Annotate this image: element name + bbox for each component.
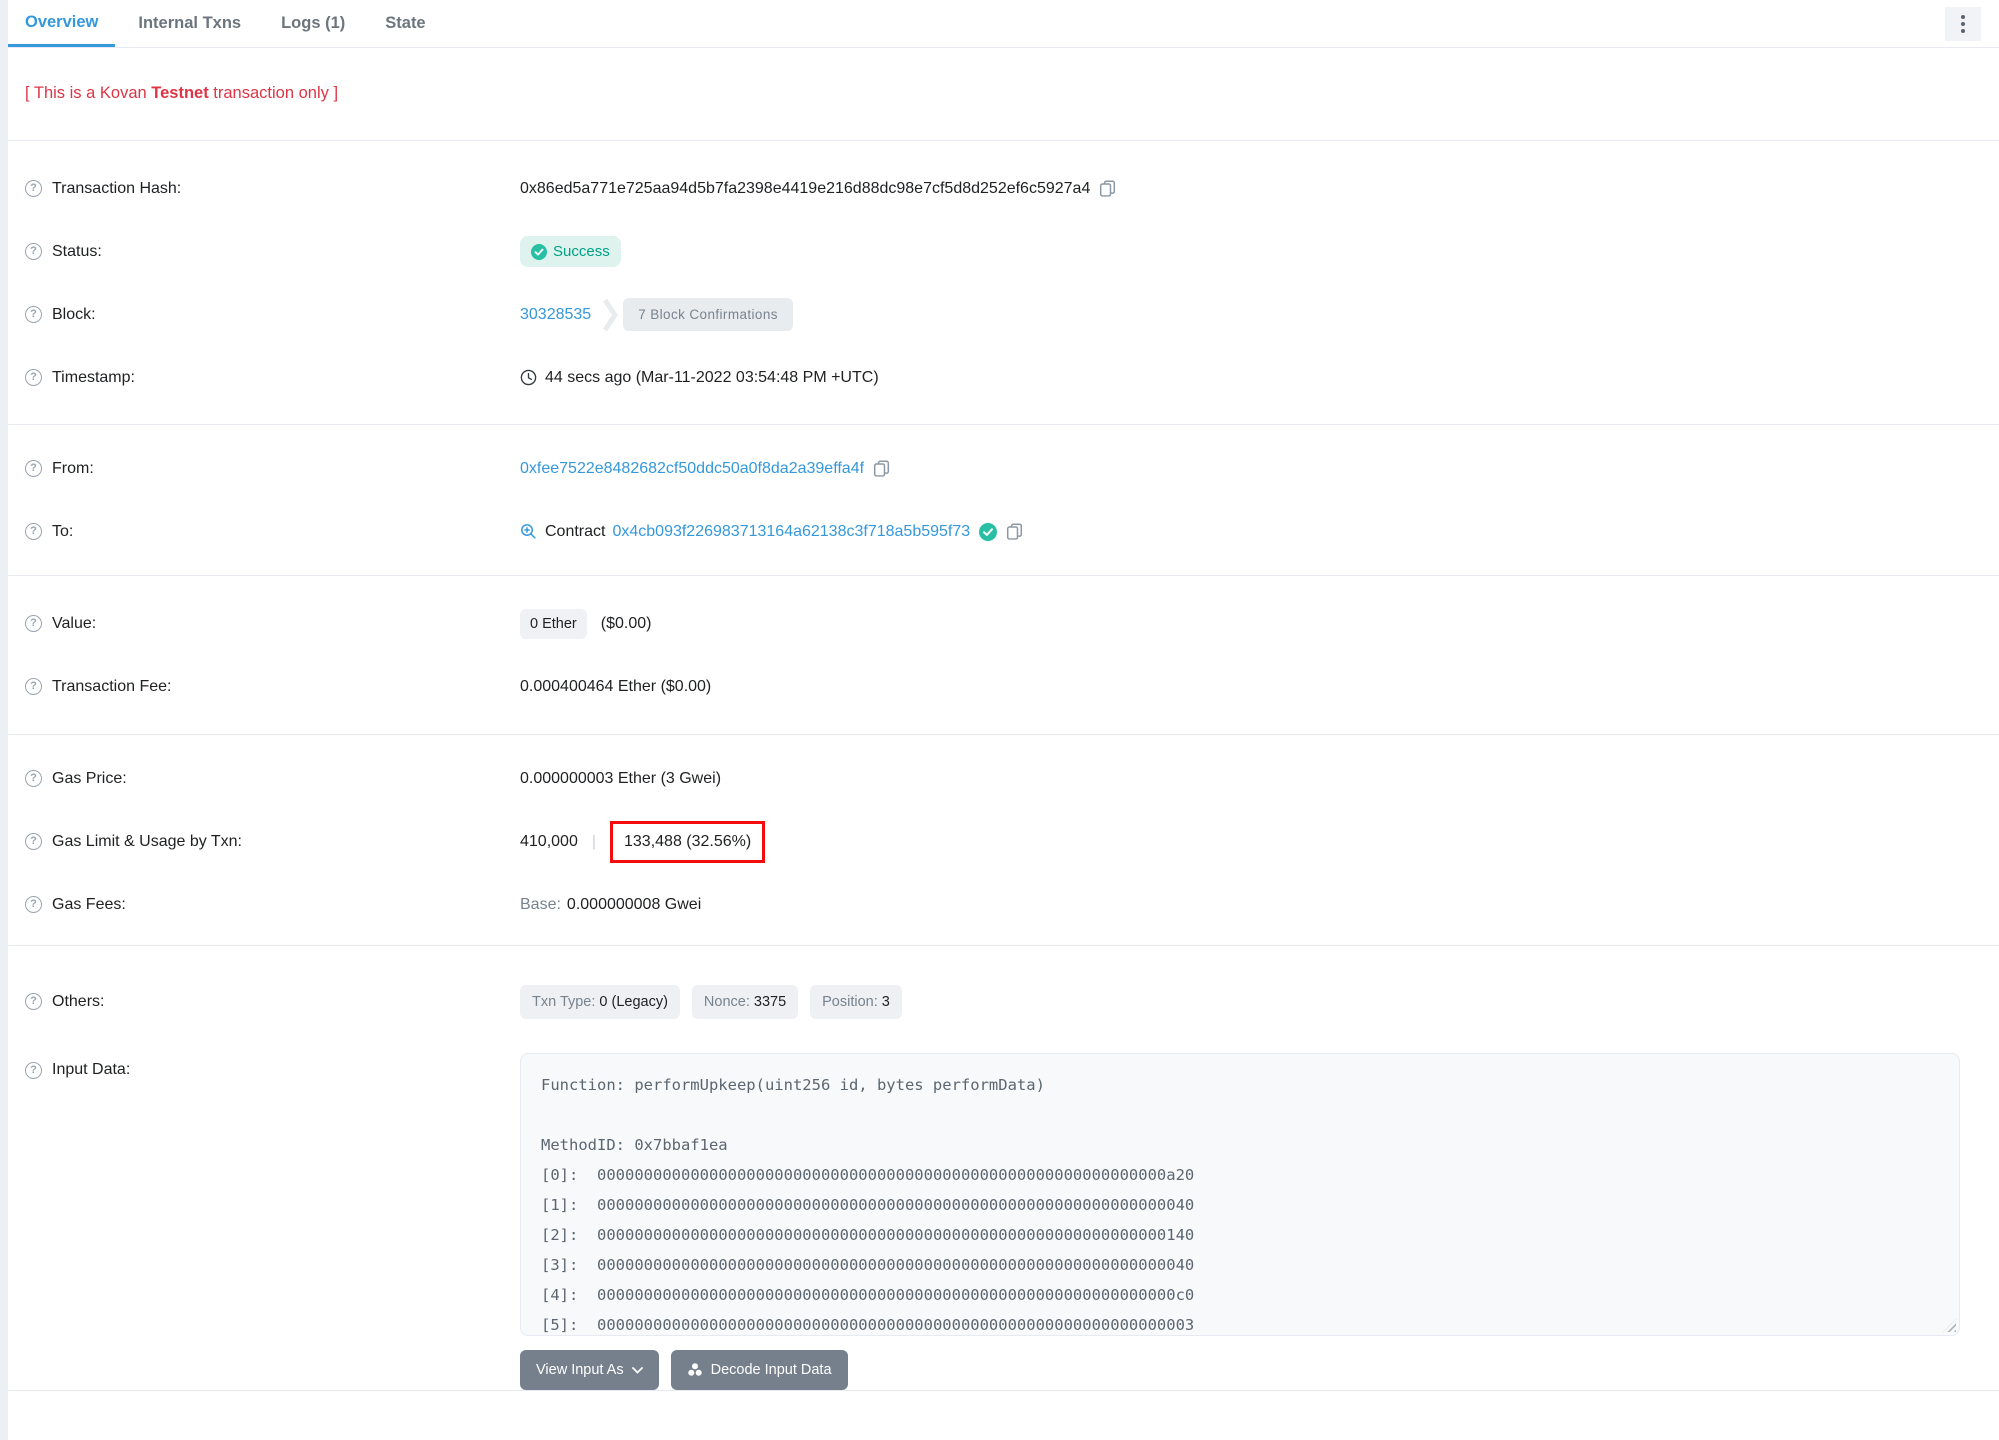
- gas-fees-base-label: Base:: [520, 895, 561, 913]
- input-word: [0]: 000000000000000000000000000000000000…: [541, 1166, 1195, 1184]
- chevron-right-icon: [603, 298, 619, 331]
- transaction-hash-value: 0x86ed5a771e725aa94d5b7fa2398e4419e216d8…: [520, 179, 1091, 197]
- field-label: Input Data:: [52, 1061, 131, 1078]
- field-label: To:: [52, 522, 74, 540]
- row-gas-fees: ? Gas Fees: Base: 0.000000008 Gwei: [8, 873, 1999, 936]
- gas-usage-highlight-box: 133,488 (32.56%): [610, 820, 766, 863]
- row-timestamp: ? Timestamp: 44 secs ago (Mar-11-2022 03…: [8, 346, 1999, 409]
- separator: |: [591, 832, 596, 850]
- field-label: Timestamp:: [52, 368, 135, 386]
- field-label: Transaction Fee:: [52, 677, 172, 695]
- row-transaction-hash: ? Transaction Hash: 0x86ed5a771e725aa94d…: [8, 157, 1999, 220]
- help-icon[interactable]: ?: [25, 678, 42, 695]
- tab-internal-txns[interactable]: Internal Txns: [121, 0, 258, 47]
- help-icon[interactable]: ?: [25, 615, 42, 632]
- block-confirmations-badge: 7 Block Confirmations: [603, 298, 793, 332]
- field-label: Value:: [52, 614, 97, 632]
- help-icon[interactable]: ?: [25, 833, 42, 850]
- field-label: Transaction Hash:: [52, 179, 182, 197]
- value-badge: 0 Ether: [520, 608, 587, 639]
- input-word: [1]: 000000000000000000000000000000000000…: [541, 1196, 1195, 1214]
- help-icon[interactable]: ?: [25, 306, 42, 323]
- row-input-data: ? Input Data: Function: performUpkeep(ui…: [8, 1053, 1999, 1390]
- input-function-line: Function: performUpkeep(uint256 id, byte…: [541, 1076, 1045, 1094]
- field-label: Gas Price:: [52, 769, 127, 787]
- row-from: ? From: 0xfee7522e8482682cf50ddc50a0f8da…: [8, 437, 1999, 500]
- divider: [8, 1390, 1999, 1391]
- input-word: [3]: 000000000000000000000000000000000000…: [541, 1256, 1195, 1274]
- gas-limit-value: 410,000: [520, 832, 578, 850]
- tab-bar: Overview Internal Txns Logs (1) State: [8, 0, 1999, 48]
- to-address-link[interactable]: 0x4cb093f226983713164a62138c3f718a5b595f…: [612, 523, 970, 541]
- row-gas-price: ? Gas Price: 0.000000003 Ether (3 Gwei): [8, 747, 1999, 810]
- verified-check-icon: [979, 522, 998, 541]
- copy-icon[interactable]: [1099, 180, 1116, 197]
- help-icon[interactable]: ?: [25, 460, 42, 477]
- transaction-fee-value: 0.000400464 Ether ($0.00): [520, 677, 712, 695]
- gas-price-value: 0.000000003 Ether (3 Gwei): [520, 769, 722, 787]
- help-icon[interactable]: ?: [25, 243, 42, 260]
- value-usd: ($0.00): [600, 614, 652, 632]
- txn-type-badge: Txn Type: 0 (Legacy): [520, 984, 680, 1019]
- row-others: ? Others: Txn Type: 0 (Legacy) Nonce: 3375…: [8, 970, 1999, 1033]
- field-label: Gas Limit & Usage by Txn:: [52, 832, 242, 850]
- more-options-button[interactable]: [1945, 7, 1981, 41]
- field-label: Block:: [52, 305, 96, 323]
- input-word: [2]: 000000000000000000000000000000000000…: [541, 1226, 1195, 1244]
- decode-icon: [687, 1363, 702, 1376]
- field-label: From:: [52, 459, 94, 477]
- help-icon[interactable]: ?: [25, 369, 42, 386]
- testnet-notice: [ This is a Kovan Testnet transaction on…: [25, 84, 339, 102]
- help-icon[interactable]: ?: [25, 180, 42, 197]
- help-icon[interactable]: ?: [25, 523, 42, 540]
- row-transaction-fee: ? Transaction Fee: 0.000400464 Ether ($0…: [8, 655, 1999, 718]
- field-label: Gas Fees:: [52, 895, 126, 913]
- clock-icon: [520, 369, 537, 386]
- zoom-in-icon[interactable]: [520, 523, 537, 540]
- gas-fees-base-value: 0.000000008 Gwei: [566, 895, 702, 913]
- status-badge: Success: [520, 236, 621, 267]
- from-address-link[interactable]: 0xfee7522e8482682cf50ddc50a0f8da2a39effa…: [520, 460, 864, 478]
- field-label: Status:: [52, 242, 102, 260]
- chevron-down-icon: [631, 1366, 643, 1374]
- help-icon[interactable]: ?: [25, 896, 42, 913]
- transaction-overview-panel: Overview Internal Txns Logs (1) State [ …: [0, 0, 1999, 1440]
- row-to: ? To: Contract 0x4cb093f226983713164a621…: [8, 500, 1999, 563]
- row-block: ? Block: 30328535 7 Block Confirmations: [8, 283, 1999, 346]
- decode-input-data-button[interactable]: Decode Input Data: [670, 1350, 848, 1390]
- field-label: Others:: [52, 992, 105, 1010]
- help-icon[interactable]: ?: [25, 993, 42, 1010]
- resize-handle[interactable]: [1943, 1319, 1956, 1332]
- help-icon[interactable]: ?: [25, 1061, 42, 1079]
- tab-state[interactable]: State: [368, 0, 442, 47]
- nonce-badge: Nonce: 3375: [691, 984, 799, 1019]
- gas-usage-value: 133,488 (32.56%): [624, 832, 752, 850]
- help-icon[interactable]: ?: [25, 770, 42, 787]
- kebab-icon: [1961, 15, 1965, 19]
- input-word: [5]: 000000000000000000000000000000000000…: [541, 1316, 1195, 1334]
- row-value: ? Value: 0 Ether ($0.00): [8, 592, 1999, 655]
- position-badge: Position: 3: [810, 984, 902, 1019]
- timestamp-value: 44 secs ago (Mar-11-2022 03:54:48 PM +UT…: [545, 368, 879, 386]
- row-status: ? Status: Success: [8, 220, 1999, 283]
- check-circle-icon: [531, 243, 547, 260]
- input-word: [4]: 000000000000000000000000000000000000…: [541, 1286, 1195, 1304]
- copy-icon[interactable]: [873, 460, 890, 477]
- tab-logs[interactable]: Logs (1): [264, 0, 362, 47]
- block-number-link[interactable]: 30328535: [520, 306, 591, 324]
- to-type-label: Contract: [545, 522, 606, 540]
- tab-overview[interactable]: Overview: [8, 0, 116, 47]
- row-gas-limit-usage: ? Gas Limit & Usage by Txn: 410,000 | 13…: [8, 810, 1999, 873]
- copy-icon[interactable]: [1006, 523, 1023, 540]
- input-methodid-line: MethodID: 0x7bbaf1ea: [541, 1136, 728, 1154]
- input-data-textarea[interactable]: Function: performUpkeep(uint256 id, byte…: [520, 1053, 1960, 1336]
- view-input-as-button[interactable]: View Input As: [520, 1350, 659, 1390]
